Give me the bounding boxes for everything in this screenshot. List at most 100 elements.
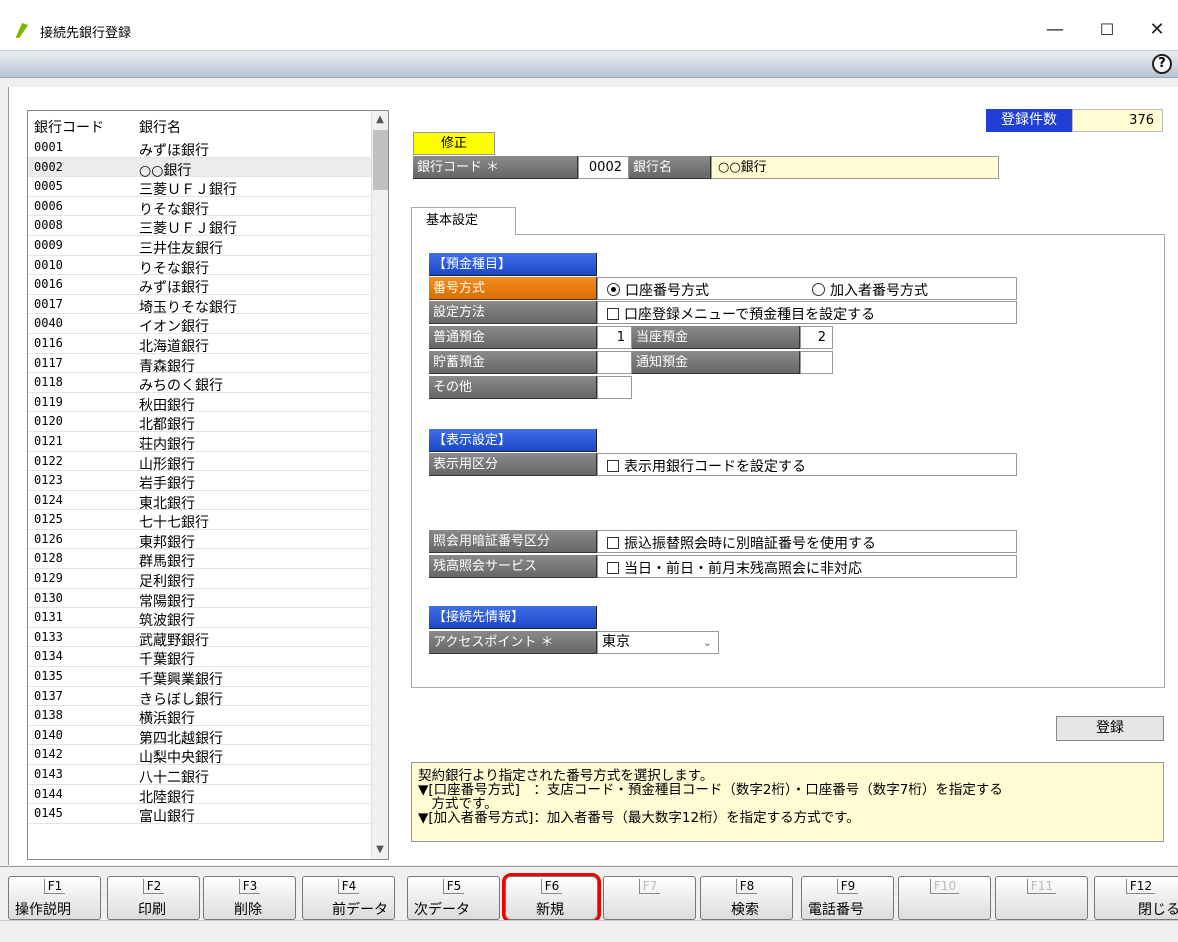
help-icon[interactable]: ?: [1152, 54, 1172, 74]
fkey-f8-button[interactable]: F8 検索: [700, 876, 793, 920]
radio-checked-icon: [607, 283, 620, 296]
list-item[interactable]: 0129 足利銀行: [28, 569, 371, 590]
maximize-button[interactable]: ☐: [1092, 18, 1122, 42]
list-item[interactable]: 0138 横浜銀行: [28, 706, 371, 727]
list-item[interactable]: 0016 みずほ銀行: [28, 275, 371, 296]
fkey-label: 閉じる: [1138, 902, 1178, 918]
bank-code: 0126: [34, 531, 63, 546]
list-item[interactable]: 0140 第四北越銀行: [28, 726, 371, 747]
fkey-label: 電話番号: [808, 902, 864, 918]
balance-checkbox[interactable]: 当日・前日・前月末残高照会に非対応: [607, 559, 862, 580]
bank-name-field[interactable]: ○○銀行: [711, 156, 999, 179]
list-item[interactable]: 0134 千葉銀行: [28, 647, 371, 668]
list-item[interactable]: 0125 七十七銀行: [28, 510, 371, 531]
setting-method-checkbox[interactable]: 口座登録メニューで預金種目を設定する: [607, 305, 875, 326]
list-item[interactable]: 0118 みちのく銀行: [28, 373, 371, 394]
tsuchi-field[interactable]: [800, 351, 833, 374]
radio-account-number[interactable]: 口座番号方式: [607, 281, 709, 302]
list-item[interactable]: 0123 岩手銀行: [28, 471, 371, 492]
list-item[interactable]: 0002 ○○銀行: [28, 157, 371, 179]
list-item[interactable]: 0017 埼玉りそな銀行: [28, 295, 371, 316]
list-item[interactable]: 0009 三井住友銀行: [28, 236, 371, 257]
list-item[interactable]: 0120 北都銀行: [28, 412, 371, 433]
bank-code: 0134: [34, 649, 63, 664]
fkey-key: F5: [408, 879, 499, 894]
fkey-f1-button[interactable]: F1 操作説明: [8, 876, 101, 920]
list-item[interactable]: 0144 北陸銀行: [28, 785, 371, 806]
list-item[interactable]: 0142 山梨中央銀行: [28, 745, 371, 766]
list-item[interactable]: 0006 りそな銀行: [28, 197, 371, 218]
toza-field[interactable]: 2: [800, 326, 833, 349]
chochiku-field[interactable]: [597, 351, 632, 374]
list-item[interactable]: 0130 常陽銀行: [28, 589, 371, 610]
bank-code: 0122: [34, 453, 63, 468]
list-item[interactable]: 0008 三菱ＵＦＪ銀行: [28, 216, 371, 237]
display-code-checkbox[interactable]: 表示用銀行コードを設定する: [607, 457, 806, 478]
fkey-f3-button[interactable]: F3 削除: [203, 876, 296, 920]
bank-list[interactable]: 銀行コード 銀行名 0001 みずほ銀行 0002 ○○銀行 0005 三菱ＵＦＪ銀行 00…: [27, 110, 389, 860]
list-item[interactable]: 0128 群馬銀行: [28, 549, 371, 570]
scroll-thumb[interactable]: [373, 130, 388, 190]
close-button[interactable]: ✕: [1142, 18, 1172, 42]
toza-label: 当座預金: [632, 326, 800, 349]
bank-code: 0016: [34, 277, 63, 292]
fkey-f6-button[interactable]: F6 新規: [502, 873, 601, 923]
list-item[interactable]: 0001 みずほ銀行: [28, 138, 371, 159]
list-item[interactable]: 0117 青森銀行: [28, 354, 371, 375]
tab-basic-settings[interactable]: 基本設定: [411, 207, 516, 235]
list-item[interactable]: 0122 山形銀行: [28, 452, 371, 473]
fkey-key-text: F1: [43, 879, 66, 894]
register-button[interactable]: 登録: [1056, 716, 1164, 741]
checkbox-icon: [607, 460, 619, 472]
list-item[interactable]: 0116 北海道銀行: [28, 334, 371, 355]
list-item[interactable]: 0124 東北銀行: [28, 491, 371, 512]
fkey-key-text: F12: [1125, 879, 1156, 894]
list-item[interactable]: 0126 東邦銀行: [28, 530, 371, 551]
bank-code-field[interactable]: 0002: [578, 156, 629, 179]
fkey-f4-button[interactable]: F4 前データ: [302, 876, 395, 920]
fkey-key-text: F11: [1026, 879, 1057, 894]
bank-code: 0133: [34, 629, 63, 644]
minimize-button[interactable]: —: [1040, 18, 1070, 42]
pin-checkbox[interactable]: 振込振替照会時に別暗証番号を使用する: [607, 534, 876, 555]
bank-code: 0130: [34, 590, 63, 605]
fkey-key: F9: [802, 879, 893, 894]
connection-section-header: 【接続先情報】: [429, 606, 597, 629]
fkey-f10-button[interactable]: F10: [898, 876, 991, 920]
help-text-box: 契約銀行より指定された番号方式を選択します。 ▼[口座番号方式] ：支店コード・…: [411, 762, 1164, 842]
scroll-down-icon[interactable]: ▼: [372, 842, 388, 858]
other-field[interactable]: [597, 376, 632, 399]
record-count-value: 376: [1072, 109, 1163, 132]
list-item[interactable]: 0005 三菱ＵＦＪ銀行: [28, 177, 371, 198]
help-line: 方式です。: [418, 796, 498, 812]
fkey-key-text: F6: [540, 879, 563, 894]
futsu-field[interactable]: 1: [597, 326, 632, 349]
scroll-up-icon[interactable]: ▲: [372, 112, 388, 128]
radio-member-number[interactable]: 加入者番号方式: [812, 281, 928, 302]
tsuchi-label: 通知預金: [632, 351, 800, 374]
fkey-key-text: F7: [638, 879, 661, 894]
list-item[interactable]: 0137 きらぼし銀行: [28, 687, 371, 708]
list-item[interactable]: 0131 筑波銀行: [28, 608, 371, 629]
list-item[interactable]: 0040 イオン銀行: [28, 314, 371, 335]
fkey-f9-button[interactable]: F9 電話番号: [801, 876, 894, 920]
list-item[interactable]: 0119 秋田銀行: [28, 393, 371, 414]
chevron-down-icon: ⌄: [702, 636, 712, 649]
list-item[interactable]: 0135 千葉興業銀行: [28, 667, 371, 688]
list-item[interactable]: 0143 八十二銀行: [28, 765, 371, 786]
fkey-f12-button[interactable]: F12 閉じる: [1094, 876, 1178, 920]
column-header-code[interactable]: 銀行コード: [34, 117, 104, 137]
fkey-f2-button[interactable]: F2 印刷: [107, 876, 200, 920]
column-header-name[interactable]: 銀行名: [139, 117, 181, 137]
fkey-f5-button[interactable]: F5 次データ: [407, 876, 500, 920]
access-point-select[interactable]: 東京 ⌄: [597, 631, 719, 654]
access-point-label: アクセスポイント ＊: [429, 631, 597, 654]
list-item[interactable]: 0010 りそな銀行: [28, 256, 371, 277]
fkey-key: F6: [506, 879, 597, 894]
list-item[interactable]: 0145 富山銀行: [28, 804, 371, 825]
list-item[interactable]: 0121 荘内銀行: [28, 432, 371, 453]
fkey-f11-button[interactable]: F11: [995, 876, 1088, 920]
fkey-f7-button[interactable]: F7: [603, 876, 696, 920]
list-item[interactable]: 0133 武蔵野銀行: [28, 628, 371, 649]
bank-list-scrollbar[interactable]: ▲ ▼: [371, 111, 388, 859]
